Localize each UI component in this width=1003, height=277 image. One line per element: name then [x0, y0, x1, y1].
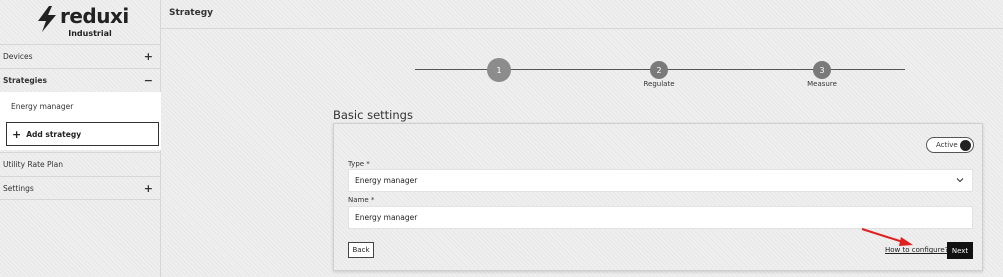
type-value: Energy manager [355, 176, 418, 185]
step-3[interactable]: 3 [813, 61, 831, 79]
brand-logo[interactable]: reduxi Industrial [36, 4, 129, 40]
collapse-icon[interactable]: − [144, 74, 153, 87]
step-2-label: Regulate [643, 80, 675, 88]
name-label: Name * [348, 196, 375, 204]
annotation-arrow-icon [861, 228, 913, 246]
type-select[interactable]: Energy manager [348, 169, 973, 192]
bolt-icon [38, 6, 56, 32]
section-title: Basic settings [333, 108, 413, 122]
name-value: Energy manager [355, 213, 418, 222]
sidebar-item-utility-rate-plan[interactable]: Utility Rate Plan [0, 152, 161, 176]
add-strategy-button[interactable]: + Add strategy [6, 122, 159, 146]
sidebar-subitem-energy-manager[interactable]: Energy manager [11, 102, 73, 111]
strategies-submenu: Energy manager + Add strategy [0, 92, 161, 150]
step-3-label: Measure [807, 80, 837, 88]
brand-tagline: Industrial [68, 29, 112, 38]
sidebar-item-strategies[interactable]: Strategies − [0, 68, 161, 92]
header-bar: Strategy [161, 0, 1003, 29]
sidebar: reduxi Industrial Devices + Strategies −… [0, 0, 161, 277]
sidebar-item-settings[interactable]: Settings + [0, 176, 161, 200]
sidebar-item-devices[interactable]: Devices + [0, 44, 161, 68]
type-label: Type * [348, 160, 370, 168]
chevron-down-icon [956, 178, 964, 183]
step-2[interactable]: 2 [650, 61, 668, 79]
plus-icon: + [12, 127, 22, 141]
next-button[interactable]: Next [947, 242, 973, 259]
sidebar-item-label: Utility Rate Plan [3, 160, 63, 169]
step-1[interactable]: 1 [487, 58, 511, 82]
sidebar-item-label: Settings [3, 183, 34, 193]
basic-settings-card: Active Type * Energy manager Name * Ener… [333, 123, 983, 271]
expand-icon[interactable]: + [144, 182, 153, 195]
page-title: Strategy [169, 8, 214, 18]
expand-icon[interactable]: + [144, 50, 153, 63]
sidebar-item-label: Devices [3, 52, 33, 61]
toggle-label: Active [936, 141, 958, 149]
add-strategy-label: Add strategy [26, 129, 82, 139]
back-button[interactable]: Back [348, 242, 374, 258]
brand-name: reduxi [60, 4, 129, 28]
sidebar-item-label: Strategies [3, 76, 47, 85]
toggle-knob [960, 140, 971, 151]
active-toggle[interactable]: Active [926, 137, 974, 153]
